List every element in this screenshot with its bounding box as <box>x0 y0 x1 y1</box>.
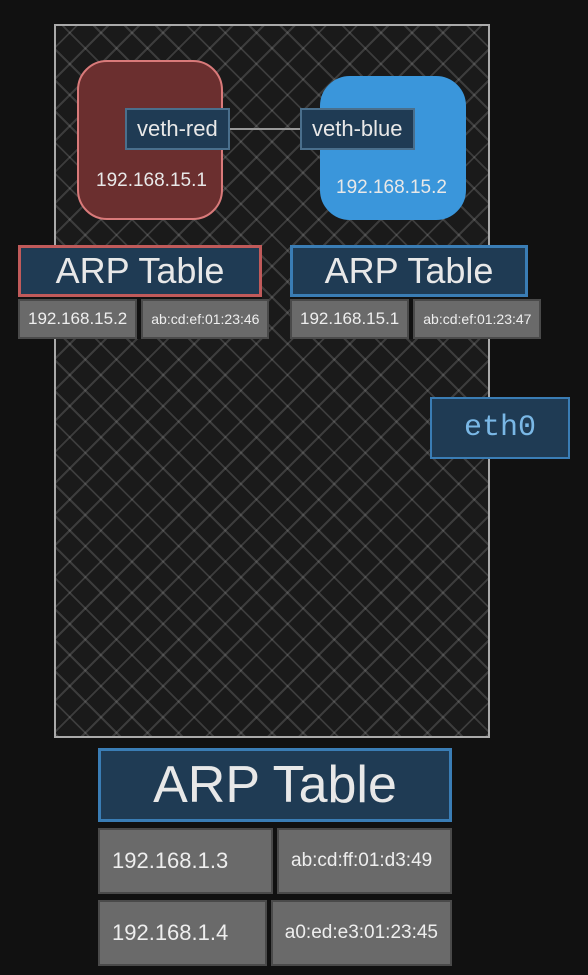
table-row: 192.168.15.1 ab:cd:ef:01:23:47 <box>290 299 528 339</box>
namespace-red-ip: 192.168.15.1 <box>96 170 207 192</box>
arp-table-red: ARP Table 192.168.15.2 ab:cd:ef:01:23:46 <box>18 245 262 339</box>
arp-red-mac: ab:cd:ef:01:23:46 <box>141 299 269 339</box>
host-interface-label: eth0 <box>430 397 570 459</box>
namespace-blue-ip: 192.168.15.2 <box>336 177 447 199</box>
arp-table-blue-title: ARP Table <box>290 245 528 297</box>
arp-host-mac-0: ab:cd:ff:01:d3:49 <box>277 828 452 894</box>
arp-table-host: ARP Table 192.168.1.3 ab:cd:ff:01:d3:49 … <box>98 748 452 966</box>
table-row: 192.168.1.3 ab:cd:ff:01:d3:49 <box>98 828 452 894</box>
veth-blue-label: veth-blue <box>300 108 415 150</box>
arp-blue-mac: ab:cd:ef:01:23:47 <box>413 299 541 339</box>
arp-red-ip: 192.168.15.2 <box>18 299 137 339</box>
veth-link-line <box>228 128 300 130</box>
table-row: 192.168.15.2 ab:cd:ef:01:23:46 <box>18 299 262 339</box>
arp-table-host-title: ARP Table <box>98 748 452 822</box>
arp-host-mac-1: a0:ed:e3:01:23:45 <box>271 900 452 966</box>
arp-table-blue: ARP Table 192.168.15.1 ab:cd:ef:01:23:47 <box>290 245 528 339</box>
veth-red-label: veth-red <box>125 108 230 150</box>
arp-host-ip-1: 192.168.1.4 <box>98 900 267 966</box>
arp-table-red-title: ARP Table <box>18 245 262 297</box>
arp-host-ip-0: 192.168.1.3 <box>98 828 273 894</box>
table-row: 192.168.1.4 a0:ed:e3:01:23:45 <box>98 900 452 966</box>
arp-blue-ip: 192.168.15.1 <box>290 299 409 339</box>
